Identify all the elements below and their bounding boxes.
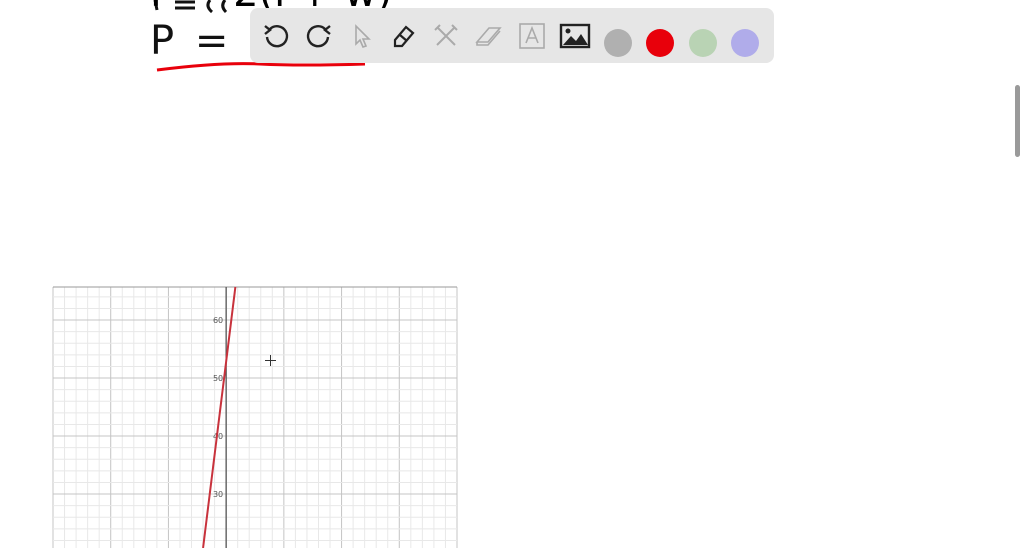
- image-button[interactable]: [559, 20, 591, 52]
- color-purple-swatch[interactable]: [731, 29, 759, 57]
- undo-button[interactable]: [260, 20, 292, 52]
- drawing-toolbar: [250, 8, 774, 63]
- pointer-icon: [355, 24, 371, 48]
- pen-icon: [393, 25, 415, 48]
- color-gray-swatch[interactable]: [604, 29, 632, 57]
- color-green-swatch[interactable]: [689, 29, 717, 57]
- pen-tool-button[interactable]: [388, 20, 420, 52]
- image-icon: [559, 23, 591, 49]
- eraser-button[interactable]: [472, 20, 504, 52]
- crosshair-cursor: [265, 355, 276, 366]
- y-tick-label: 50: [213, 374, 223, 383]
- eraser-icon: [475, 27, 502, 46]
- vertical-scrollbar[interactable]: [1015, 85, 1020, 157]
- redo-button[interactable]: [303, 20, 335, 52]
- select-tool-button[interactable]: [346, 20, 378, 52]
- color-red-swatch[interactable]: [646, 29, 674, 57]
- graph: 30405060: [52, 286, 458, 548]
- undo-icon: [264, 24, 289, 48]
- tools-icon: [434, 24, 458, 46]
- plot-area: [53, 287, 457, 548]
- y-tick-label: 60: [213, 316, 223, 325]
- y-tick-label: 30: [213, 490, 223, 499]
- tools-button[interactable]: [430, 20, 462, 52]
- whiteboard-canvas[interactable]: P = 8 P = 2(l + w) 30405060: [0, 0, 1024, 548]
- text-icon: [519, 23, 545, 49]
- redo-icon: [306, 24, 331, 48]
- text-tool-button[interactable]: [516, 20, 548, 52]
